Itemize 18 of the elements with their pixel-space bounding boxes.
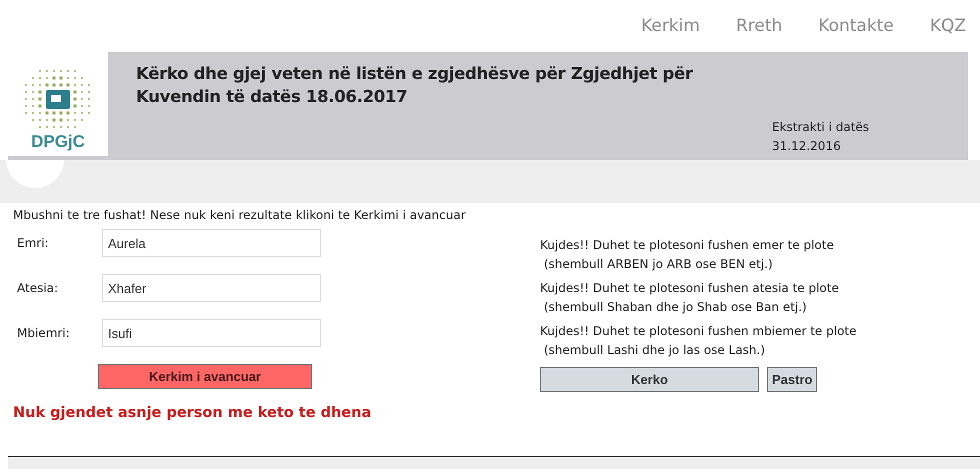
field-label: Mbiemri:	[16, 326, 71, 340]
input-field[interactable]: Aurela	[102, 229, 321, 257]
hint-text: Kujdes!! Duhet te plotesoni fushen atesia te plote (shembull Shaban dhe jo Shab ose Ban etj.)	[540, 280, 840, 316]
extract-label: Ekstrakti i datës	[772, 119, 870, 136]
advanced-search-button[interactable]: Kerkim i avancuar	[98, 364, 312, 389]
field-label: Atesia:	[16, 281, 60, 295]
input-field[interactable]: Xhafer	[102, 274, 321, 302]
search-button[interactable]: Kerko	[540, 367, 759, 392]
field-label: Emri:	[16, 236, 50, 250]
instruction-text: Mbushni te tre fushat! Nese nuk keni rezultate klikoni te Kerkimi i avancuar	[13, 208, 467, 222]
error-message: Nuk gjendet asnje person me keto te dhena	[13, 405, 372, 421]
input-field[interactable]: Isufi	[102, 319, 321, 347]
logo-text: DPGjC	[31, 132, 85, 152]
extract-date: 31.12.2016	[772, 138, 842, 155]
hint-text: Kujdes!! Duhet te plotesoni fushen emer te plote (shembull ARBEN jo ARB ose BEN etj.)	[540, 237, 835, 273]
page-title: Kërko dhe gjej veten në listën e zgjedhësve për Zgjedhjet për Kuvendin të datës 18.06.2017	[136, 63, 694, 108]
clear-button[interactable]: Pastro	[767, 367, 818, 392]
hint-text: Kujdes!! Duhet te plotesoni fushen mbiemer te plote (shembull Lashi dhe jo las ose Lash.)	[540, 323, 858, 359]
